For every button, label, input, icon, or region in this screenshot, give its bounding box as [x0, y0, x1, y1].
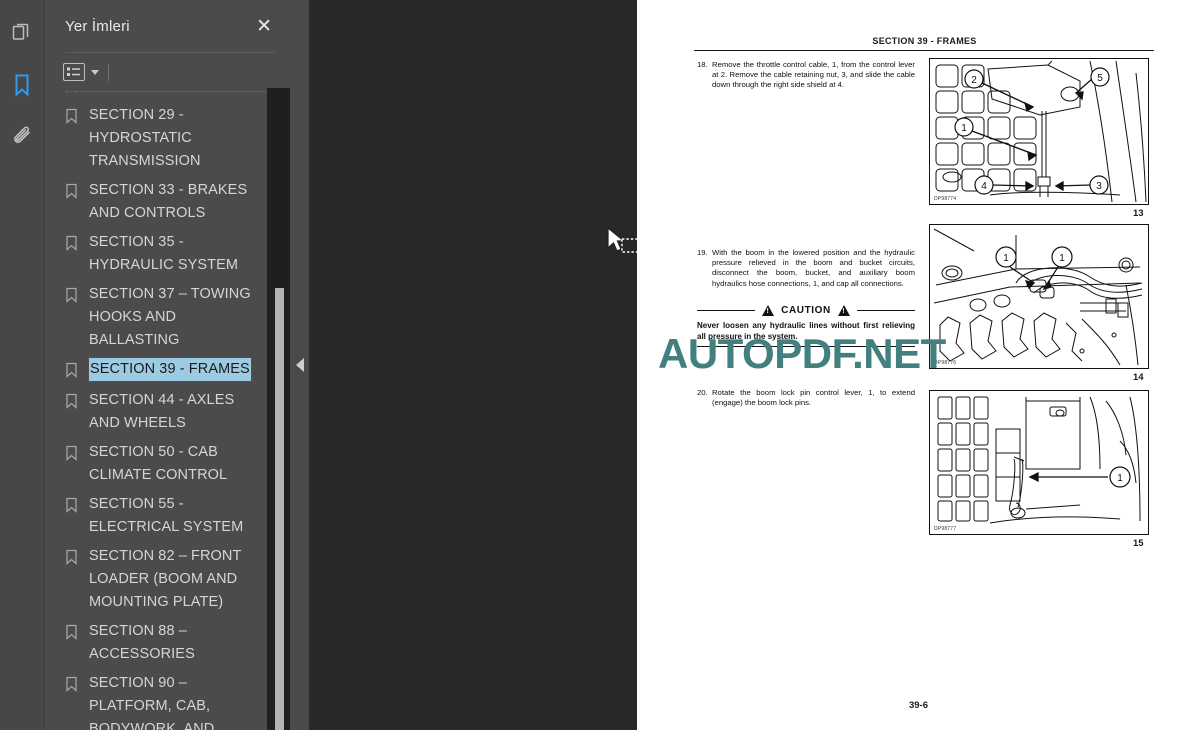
- figure-13: 2 5 1 4 3 DP98774: [929, 58, 1149, 205]
- caution-label: CAUTION: [781, 305, 831, 316]
- pages-thumbnail-icon: [10, 21, 34, 45]
- bookmark-item[interactable]: SECTION 44 - AXLES AND WHEELS: [45, 386, 290, 438]
- bookmark-item[interactable]: SECTION 39 - FRAMES: [45, 355, 290, 386]
- svg-text:4: 4: [981, 181, 987, 192]
- bookmark-item[interactable]: SECTION 90 – PLATFORM, CAB, BODYWORK, AN…: [45, 669, 290, 730]
- bookmark-label: SECTION 50 - CAB CLIMATE CONTROL: [89, 444, 228, 483]
- bookmark-label: SECTION 29 - HYDROSTATIC TRANSMISSION: [89, 107, 201, 169]
- page-header: SECTION 39 - FRAMES: [872, 36, 977, 46]
- step-18: 18. Remove the throttle control cable, 1…: [697, 60, 915, 91]
- bookmark-icon: [65, 179, 81, 204]
- bookmark-label: SECTION 90 – PLATFORM, CAB, BODYWORK, AN…: [89, 675, 215, 730]
- bookmark-icon: [65, 493, 81, 518]
- bookmark-icon: [65, 104, 81, 129]
- mouse-cursor: [606, 226, 640, 263]
- bookmark-label: SECTION 82 – FRONT LOADER (BOOM AND MOUN…: [89, 548, 242, 610]
- bookmark-item[interactable]: SECTION 82 – FRONT LOADER (BOOM AND MOUN…: [45, 542, 290, 617]
- figure-14: 1 1 DP98776: [929, 224, 1149, 369]
- document-viewport[interactable]: SECTION 39 - FRAMES 18. Remove the throt…: [309, 0, 1200, 730]
- pdf-viewer-window: Yer İmleri ✕ SECTION 27 - TRACKSSECTION …: [0, 0, 1200, 730]
- svg-text:2: 2: [971, 75, 977, 86]
- bookmark-item[interactable]: SECTION 35 - HYDRAULIC SYSTEM: [45, 228, 290, 280]
- svg-text:1: 1: [1117, 473, 1123, 484]
- svg-text:3: 3: [1096, 181, 1102, 192]
- bookmarks-button[interactable]: [5, 68, 39, 102]
- bookmarks-toolbar: [45, 53, 290, 91]
- bookmark-item[interactable]: SECTION 27 - TRACKS: [45, 92, 290, 101]
- panel-splitter[interactable]: [290, 0, 309, 730]
- bookmark-label: SECTION 33 - BRAKES AND CONTROLS: [89, 182, 248, 221]
- bookmark-icon: [65, 389, 81, 414]
- step-text: Remove the throttle control cable, 1, fr…: [712, 60, 915, 90]
- bookmark-item[interactable]: SECTION 88 – ACCESSORIES: [45, 617, 290, 669]
- step-number: 19.: [697, 248, 708, 257]
- bookmark-icon: [65, 545, 81, 570]
- step-number: 20.: [697, 388, 708, 397]
- bookmark-icon: [65, 92, 81, 98]
- bookmark-label: SECTION 55 - ELECTRICAL SYSTEM: [89, 496, 244, 535]
- figure-number: 13: [1133, 208, 1144, 219]
- bookmark-icon: [65, 672, 81, 697]
- paperclip-icon: [10, 125, 34, 149]
- figure-id: DP98774: [934, 196, 957, 202]
- bookmark-label: SECTION 44 - AXLES AND WHEELS: [89, 392, 235, 431]
- page-thumbnails-button[interactable]: [5, 16, 39, 50]
- list-options-icon[interactable]: [63, 63, 85, 81]
- bookmark-label: SECTION 27 - TRACKS: [89, 92, 247, 96]
- bookmark-label: SECTION 37 – TOWING HOOKS AND BALLASTING: [89, 286, 251, 348]
- figure-number: 14: [1133, 372, 1144, 383]
- attachments-button[interactable]: [5, 120, 39, 154]
- step-20: 20. Rotate the boom lock pin control lev…: [697, 388, 915, 408]
- svg-text:5: 5: [1097, 73, 1103, 84]
- bookmark-icon: [10, 72, 34, 98]
- figure-id: DP98777: [934, 526, 957, 532]
- step-number: 18.: [697, 60, 708, 69]
- bookmarks-panel: Yer İmleri ✕ SECTION 27 - TRACKSSECTION …: [45, 0, 290, 730]
- close-icon[interactable]: ✕: [256, 17, 272, 36]
- bookmarks-panel-header: Yer İmleri ✕: [45, 0, 290, 52]
- bookmark-label: SECTION 88 – ACCESSORIES: [89, 623, 195, 662]
- watermark: AUTOPDF.NET: [658, 330, 946, 377]
- caution-rule-left: [697, 309, 756, 312]
- step-19: 19. With the boom in the lowered positio…: [697, 248, 915, 289]
- bookmark-item[interactable]: SECTION 33 - BRAKES AND CONTROLS: [45, 176, 290, 228]
- figure-15: 1 DP98777: [929, 390, 1149, 535]
- step-text: With the boom in the lowered position an…: [712, 248, 915, 288]
- step-text: Rotate the boom lock pin control lever, …: [712, 388, 915, 408]
- caution-rule-right: [856, 309, 916, 312]
- bookmark-item[interactable]: SECTION 55 - ELECTRICAL SYSTEM: [45, 490, 290, 542]
- bookmark-icon: [65, 358, 81, 383]
- warning-triangle-icon: [762, 305, 775, 316]
- page-number: 39-6: [908, 700, 928, 711]
- figure-number: 15: [1133, 538, 1144, 549]
- bookmark-item[interactable]: SECTION 29 - HYDROSTATIC TRANSMISSION: [45, 101, 290, 176]
- svg-text:1: 1: [1059, 253, 1065, 264]
- bookmark-icon: [65, 441, 81, 466]
- bookmarks-scrollbar[interactable]: [267, 88, 290, 730]
- svg-text:1: 1: [1003, 253, 1009, 264]
- bookmarks-scrollbar-thumb[interactable]: [275, 288, 284, 730]
- bookmark-icon: [65, 283, 81, 308]
- bookmark-label: SECTION 39 - FRAMES: [88, 357, 252, 382]
- svg-text:1: 1: [961, 123, 967, 134]
- bookmark-label: SECTION 35 - HYDRAULIC SYSTEM: [89, 234, 239, 273]
- bookmark-item[interactable]: SECTION 50 - CAB CLIMATE CONTROL: [45, 438, 290, 490]
- header-rule: [694, 50, 1154, 52]
- bookmarks-list[interactable]: SECTION 27 - TRACKS SECTION 29 - HYDROSTA…: [45, 92, 290, 730]
- chevron-left-icon[interactable]: [295, 358, 304, 372]
- sidebar-icon-rail: [0, 0, 45, 730]
- caution-header: CAUTION: [697, 305, 916, 316]
- toolbar-divider: [108, 63, 109, 81]
- bookmark-icon: [65, 231, 81, 256]
- panel-title: Yer İmleri: [65, 17, 130, 35]
- bookmark-icon: [65, 620, 81, 645]
- warning-triangle-icon: [837, 305, 850, 316]
- marquee-select-cursor: [607, 226, 640, 253]
- bookmark-item[interactable]: SECTION 37 – TOWING HOOKS AND BALLASTING: [45, 280, 290, 355]
- chevron-down-icon[interactable]: [91, 69, 99, 75]
